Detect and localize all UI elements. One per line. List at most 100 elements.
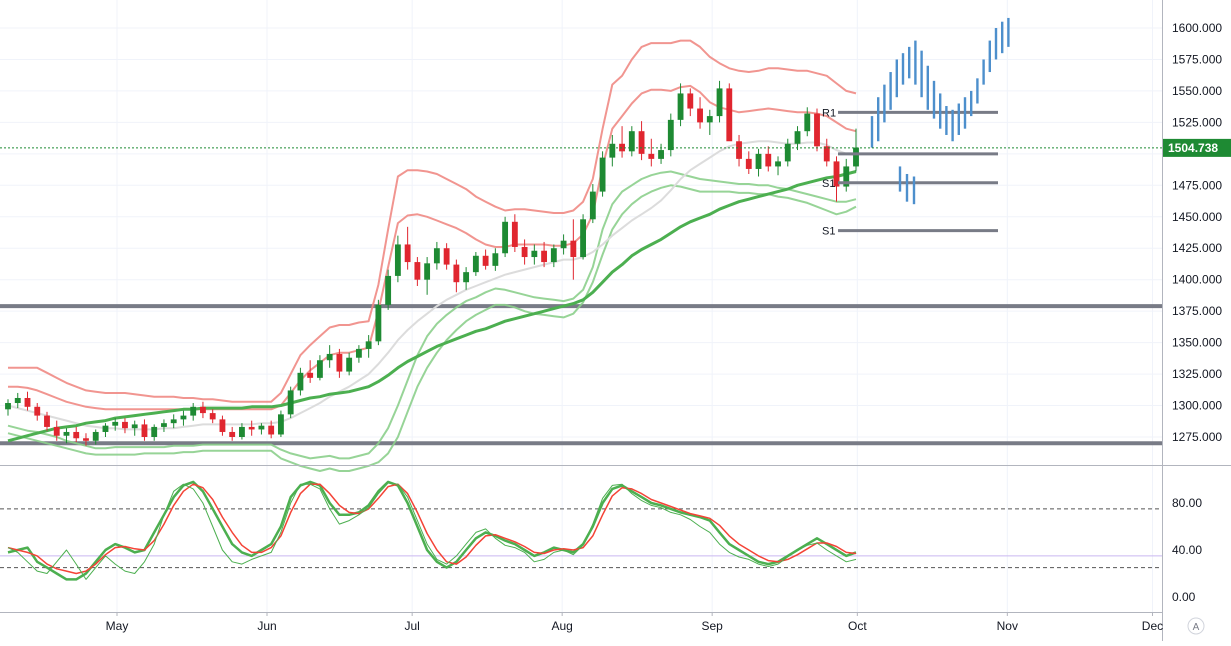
candle-body[interactable] — [316, 360, 323, 378]
candle-body[interactable] — [200, 406, 206, 414]
candle[interactable] — [297, 367, 304, 396]
candle[interactable] — [628, 126, 635, 157]
candle[interactable] — [375, 299, 382, 346]
candle[interactable] — [755, 148, 762, 177]
candle[interactable] — [511, 214, 518, 253]
candle-body[interactable] — [521, 246, 528, 258]
candle-body[interactable] — [248, 426, 255, 430]
candle[interactable] — [200, 401, 206, 419]
candle-body[interactable] — [219, 419, 226, 432]
candle-body[interactable] — [677, 93, 684, 120]
candle[interactable] — [151, 424, 158, 441]
candle-body[interactable] — [190, 406, 197, 416]
candle-body[interactable] — [570, 240, 577, 258]
candle-body[interactable] — [287, 390, 294, 415]
candle-body[interactable] — [687, 93, 694, 109]
candle[interactable] — [580, 214, 587, 260]
candle-body[interactable] — [404, 244, 411, 263]
candle[interactable] — [677, 83, 684, 127]
candle[interactable] — [248, 420, 255, 436]
candle[interactable] — [161, 419, 167, 432]
candle-body[interactable] — [141, 424, 148, 437]
candle[interactable] — [316, 355, 323, 381]
candle[interactable] — [794, 126, 801, 151]
candle-body[interactable] — [268, 425, 275, 435]
candle-body[interactable] — [73, 431, 80, 439]
candle[interactable] — [141, 419, 148, 441]
candle-body[interactable] — [550, 248, 557, 263]
candle-body[interactable] — [394, 244, 401, 276]
candle[interactable] — [453, 259, 460, 293]
candle[interactable] — [726, 83, 733, 142]
candle[interactable] — [521, 239, 528, 265]
candle-body[interactable] — [112, 421, 119, 426]
trading-chart[interactable]: R1 S1 S1 1504.738 1600.000 1575.000 1550.000… — [0, 0, 1231, 641]
candle-body[interactable] — [365, 341, 372, 349]
candle[interactable] — [716, 80, 723, 123]
candle-body[interactable] — [83, 438, 89, 441]
candle-body[interactable] — [697, 108, 703, 123]
candle[interactable] — [667, 113, 674, 157]
candle-body[interactable] — [424, 263, 431, 280]
candle-body[interactable] — [482, 255, 489, 266]
candle-body[interactable] — [453, 264, 460, 283]
candle-body[interactable] — [541, 250, 548, 263]
candle-body[interactable] — [336, 353, 343, 372]
candle[interactable] — [482, 249, 489, 270]
candle-body[interactable] — [161, 423, 167, 427]
candle[interactable] — [531, 244, 538, 265]
candle-body[interactable] — [24, 397, 31, 407]
candle-body[interactable] — [170, 419, 177, 424]
candles[interactable] — [5, 80, 859, 446]
candle-body[interactable] — [53, 426, 60, 436]
candle[interactable] — [404, 226, 411, 270]
candle-body[interactable] — [648, 153, 655, 159]
candle-body[interactable] — [814, 113, 820, 147]
candle-body[interactable] — [151, 426, 158, 437]
candle-body[interactable] — [131, 424, 138, 429]
candle-body[interactable] — [180, 415, 187, 420]
candle-body[interactable] — [492, 253, 499, 266]
candle-body[interactable] — [823, 146, 830, 162]
candle[interactable] — [814, 108, 820, 152]
candle[interactable] — [424, 257, 431, 295]
candle[interactable] — [170, 414, 177, 429]
candle[interactable] — [687, 88, 694, 117]
candle-body[interactable] — [472, 255, 479, 273]
candle-body[interactable] — [443, 248, 450, 265]
candle[interactable] — [765, 146, 772, 172]
candle-body[interactable] — [726, 88, 733, 142]
candle-body[interactable] — [63, 431, 70, 436]
candle[interactable] — [463, 267, 470, 290]
candle-body[interactable] — [599, 157, 606, 192]
candle-body[interactable] — [511, 221, 518, 247]
candle[interactable] — [5, 399, 11, 416]
candle[interactable] — [472, 252, 479, 276]
candle[interactable] — [658, 143, 664, 164]
candle-body[interactable] — [414, 262, 421, 280]
candle-body[interactable] — [658, 150, 664, 159]
candle-body[interactable] — [297, 372, 304, 391]
candle-body[interactable] — [346, 357, 353, 372]
candle-body[interactable] — [14, 397, 21, 404]
candle-body[interactable] — [794, 131, 801, 144]
candle[interactable] — [122, 418, 128, 434]
candle-body[interactable] — [609, 143, 616, 158]
candle[interactable] — [589, 184, 596, 224]
candle-body[interactable] — [433, 248, 440, 264]
candle[interactable] — [326, 345, 333, 368]
candle-body[interactable] — [736, 141, 742, 159]
candle[interactable] — [736, 134, 742, 167]
candle-body[interactable] — [375, 304, 382, 342]
candle-body[interactable] — [502, 221, 509, 254]
candle[interactable] — [843, 158, 850, 192]
candle-body[interactable] — [385, 275, 392, 305]
candle-body[interactable] — [44, 415, 50, 427]
candle-body[interactable] — [775, 161, 781, 167]
candle-body[interactable] — [463, 272, 470, 283]
candle-body[interactable] — [34, 406, 41, 416]
candle[interactable] — [697, 97, 703, 129]
candle[interactable] — [24, 391, 31, 411]
candle[interactable] — [287, 386, 294, 419]
candle-body[interactable] — [122, 421, 128, 429]
